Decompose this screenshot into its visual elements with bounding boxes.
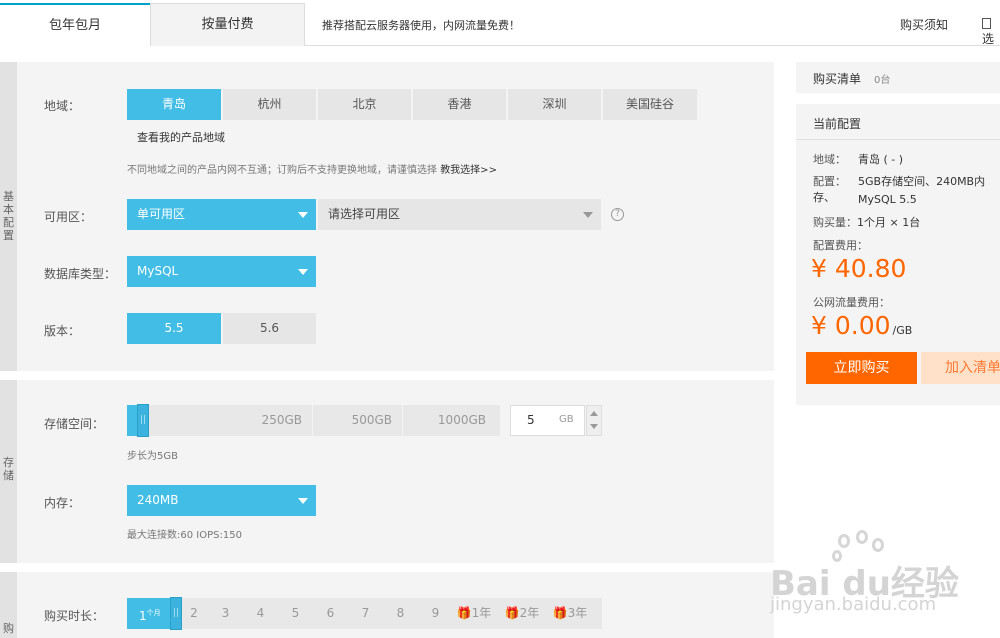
purchase-notice-link[interactable]: 购买须知 (900, 16, 948, 33)
duration-month-3[interactable]: 3 (213, 598, 238, 629)
basic-config-section: 基本配置 地域： 青岛 杭州 北京 香港 深圳 美国硅谷 查看我的产品地域 不同… (0, 62, 774, 371)
arrow-down-icon[interactable] (590, 424, 598, 429)
gift-icon: 🎁 (552, 606, 568, 620)
watermark-url: jingyan.baidu.com (770, 594, 937, 615)
config-region: 地域： 青岛 ( - ) (813, 153, 904, 166)
region-option-beijing[interactable]: 北京 (318, 89, 411, 120)
duration-month-6[interactable]: 6 (318, 598, 343, 629)
duration-slider-fill: 1个月 (127, 598, 172, 629)
purchase-side-label: 购 (0, 572, 17, 638)
duration-month-9[interactable]: 9 (423, 598, 448, 629)
calculator-icon (982, 18, 991, 29)
duration-year-2[interactable]: 🎁2年 (500, 598, 544, 629)
config-title: 当前配置 (813, 117, 862, 131)
traffic-fee-label: 公网流量费用： (813, 296, 890, 309)
region-option-siliconvalley[interactable]: 美国硅谷 (603, 89, 697, 120)
version-option-5-5[interactable]: 5.5 (127, 313, 221, 344)
memory-select[interactable]: 240MB (127, 485, 316, 516)
duration-slider-handle[interactable]: || (170, 597, 182, 630)
memory-label: 内存： (44, 496, 81, 510)
buy-now-button[interactable]: 立即购买 (806, 352, 917, 384)
add-to-cart-button[interactable]: 加入清单 (921, 352, 1000, 384)
chevron-down-icon (583, 212, 593, 218)
memory-note: 最大连接数:60 IOPS:150 (127, 530, 242, 541)
duration-label: 购买时长： (44, 609, 105, 623)
duration-month-4[interactable]: 4 (248, 598, 273, 629)
storage-space-label: 存储空间： (44, 417, 105, 431)
cart-title: 购买清单 (813, 72, 862, 86)
region-option-hongkong[interactable]: 香港 (413, 89, 506, 120)
config-quantity: 购买量：1个月 × 1台 (813, 216, 921, 229)
chevron-down-icon (298, 212, 308, 218)
duration-month-5[interactable]: 5 (283, 598, 308, 629)
arrow-up-icon[interactable] (590, 411, 598, 416)
storage-input[interactable]: 5 GB (510, 405, 585, 436)
purchase-section: 购 购买时长： 1个月 || 2 3 4 5 6 7 8 9 🎁1年 🎁2年 🎁… (0, 572, 774, 638)
db-type-label: 数据库类型： (44, 267, 117, 281)
config-header: 当前配置 (796, 104, 1000, 140)
tab-pay-as-you-go[interactable]: 按量付费 (150, 3, 305, 46)
traffic-fee: ¥ 0.00/GB (811, 311, 913, 340)
config-spec-db: MySQL 5.5 (858, 193, 917, 206)
storage-tick-500: 500GB (314, 405, 403, 436)
storage-side-label: 存储 (0, 380, 17, 563)
version-option-5-6[interactable]: 5.6 (223, 313, 316, 344)
zone-type-select[interactable]: 单可用区 (127, 199, 316, 230)
duration-month-7[interactable]: 7 (353, 598, 378, 629)
region-note: 不同地域之间的产品内网不互通；订购后不支持更换地域，请谨慎选择 教我选择>> (127, 165, 497, 176)
gift-icon: 🎁 (504, 606, 520, 620)
config-fee-label: 配置费用： (813, 239, 868, 252)
config-fee: ¥ 40.80 (811, 254, 907, 283)
storage-step-note: 步长为5GB (127, 451, 178, 462)
version-label: 版本： (44, 324, 81, 338)
region-option-qingdao[interactable]: 青岛 (127, 89, 221, 120)
more-link[interactable]: 选 (982, 16, 1000, 47)
help-me-choose-link[interactable]: 教我选择>> (440, 165, 497, 176)
storage-section: 存储 存储空间： 250GB 500GB 1000GB || 5 GB 步长为5… (0, 380, 774, 563)
storage-unit: GB (559, 414, 574, 425)
db-type-select[interactable]: MySQL (127, 256, 316, 287)
config-panel: 当前配置 地域： 青岛 ( - ) 配置： 5GB存储空间、240MB内存、 MyS… (796, 104, 1000, 405)
duration-year-1[interactable]: 🎁1年 (452, 598, 496, 629)
my-regions-link[interactable]: 查看我的产品地域 (137, 129, 225, 145)
gift-icon: 🎁 (456, 606, 472, 620)
duration-year-3[interactable]: 🎁3年 (548, 598, 592, 629)
zone-select[interactable]: 请选择可用区 (318, 199, 601, 230)
region-label: 地域： (44, 99, 81, 113)
help-icon[interactable]: ? (611, 208, 624, 221)
cart-count: 0台 (874, 75, 891, 86)
basic-config-side-label: 基本配置 (0, 62, 17, 371)
promo-text: 推荐搭配云服务器使用，内网流量免费！ (322, 19, 520, 32)
chevron-down-icon (298, 269, 308, 275)
storage-stepper[interactable] (586, 405, 602, 436)
duration-month-2[interactable]: 2 (184, 598, 204, 629)
duration-month-8[interactable]: 8 (388, 598, 413, 629)
zone-label: 可用区： (44, 210, 93, 224)
region-option-shenzhen[interactable]: 深圳 (508, 89, 601, 120)
cart-bar[interactable]: 购买清单 0台 (796, 62, 1000, 93)
chevron-down-icon (298, 498, 308, 504)
tab-annual[interactable]: 包年包月 (0, 3, 150, 46)
top-bar: 包年包月 按量付费 推荐搭配云服务器使用，内网流量免费！ 购买须知 选 (0, 0, 1000, 46)
storage-slider-handle[interactable]: || (137, 404, 149, 437)
region-option-hangzhou[interactable]: 杭州 (223, 89, 316, 120)
storage-tick-1000: 1000GB (437, 413, 486, 427)
more-link-label: 选 (982, 32, 995, 46)
storage-tick-250: 250GB (150, 405, 313, 436)
